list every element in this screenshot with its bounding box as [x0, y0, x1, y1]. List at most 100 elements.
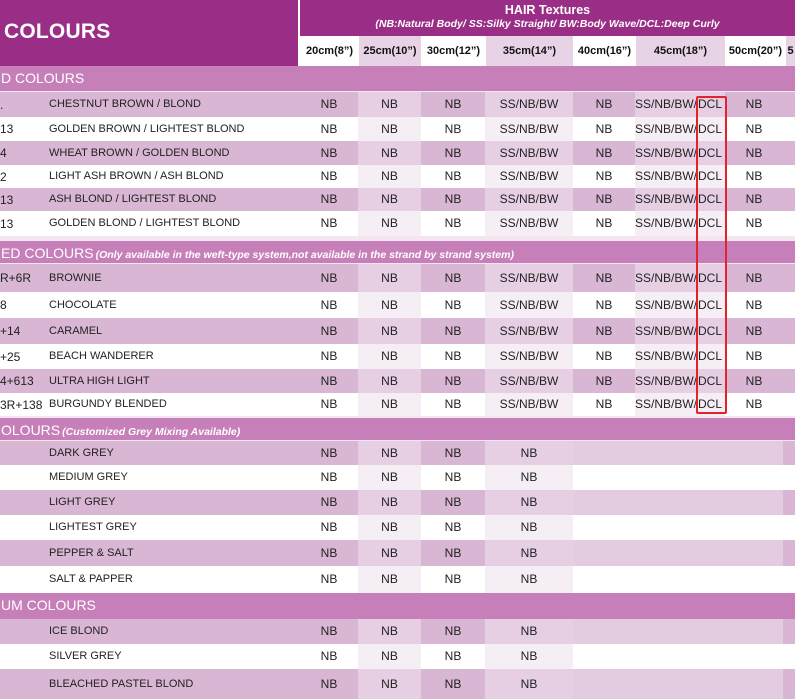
texture-cell: NB — [358, 264, 421, 292]
texture-cell: NB — [320, 216, 338, 230]
texture-cell — [573, 515, 635, 540]
texture-cell: NB — [444, 146, 462, 160]
texture-cell: NB — [320, 446, 338, 460]
texture-cell — [573, 441, 635, 465]
colour-name: LIGHTEST GREY — [49, 521, 137, 533]
texture-cell: SS/NB/BW/ — [635, 188, 697, 211]
colour-code: 8 — [0, 298, 7, 312]
texture-cell: DCL — [697, 141, 725, 165]
colour-name: LIGHT GREY — [49, 496, 116, 508]
length-header-cell: 45cm(18”) — [635, 36, 725, 66]
colour-code: . — [0, 98, 4, 112]
colour-name: SILVER GREY — [49, 650, 122, 662]
texture-cell: NB — [595, 349, 613, 363]
texture-cell — [573, 490, 635, 515]
texture-cell: NB — [595, 397, 613, 411]
colour-code: 3R+138 — [0, 398, 42, 412]
texture-cell — [725, 644, 783, 669]
colour-name: DARK GREY — [49, 447, 114, 459]
texture-cell: NB — [485, 619, 573, 644]
texture-cell: DCL — [697, 188, 725, 211]
texture-cell: NB — [320, 572, 338, 586]
texture-cell — [635, 566, 697, 593]
texture-cell: NB — [358, 211, 421, 236]
texture-cell: NB — [745, 374, 763, 388]
texture-cell: NB — [745, 397, 763, 411]
table-row: . CHESTNUT BROWN / BLOND NB NB NB SS/NB/BW NB S… — [0, 92, 795, 117]
texture-cell: SS/NB/BW — [485, 117, 573, 141]
texture-cell: NB — [320, 649, 338, 663]
texture-cell: NB — [745, 271, 763, 285]
colour-name: CARAMEL — [49, 325, 103, 337]
table-title: COLOURS — [4, 20, 111, 43]
texture-cell: NB — [358, 165, 421, 188]
colour-code: 4 — [0, 146, 7, 160]
texture-cell: NB — [358, 619, 421, 644]
texture-cell: NB — [320, 192, 338, 206]
texture-cell: NB — [320, 324, 338, 338]
table-row: 2 LIGHT ASH BROWN / ASH BLOND NB NB NB SS/NB/… — [0, 165, 795, 188]
texture-cell — [697, 619, 725, 644]
texture-cell: NB — [745, 298, 763, 312]
texture-cell: DCL — [697, 318, 725, 344]
texture-cell — [697, 441, 725, 465]
texture-cell: NB — [320, 397, 338, 411]
texture-cell — [573, 566, 635, 593]
texture-cell: NB — [444, 216, 462, 230]
texture-cell: NB — [444, 572, 462, 586]
texture-cell: DCL — [697, 344, 725, 369]
texture-cell: NB — [595, 374, 613, 388]
texture-cell: NB — [320, 349, 338, 363]
colour-name: WHEAT BROWN / GOLDEN BLOND — [49, 147, 230, 159]
section-title: OLOURS (Customized Grey Mixing Available) — [1, 422, 240, 438]
length-header-cell: 30cm(12”) — [421, 36, 485, 66]
texture-cell: NB — [745, 122, 763, 136]
texture-cell: NB — [444, 677, 462, 691]
colour-code: R+6R — [0, 271, 32, 285]
texture-cell — [725, 515, 783, 540]
texture-cell: SS/NB/BW/ — [635, 92, 697, 117]
colour-code: 13 — [0, 122, 14, 136]
table-row: R+6R BROWNIE NB NB NB SS/NB/BW NB SS/NB/BW/DCL N… — [0, 264, 795, 292]
texture-cell: NB — [595, 146, 613, 160]
length-header-cell: 35cm(14”) — [485, 36, 573, 66]
texture-cell: DCL — [697, 292, 725, 318]
texture-cell: NB — [358, 344, 421, 369]
texture-cell — [697, 490, 725, 515]
texture-cell — [697, 644, 725, 669]
texture-cell: NB — [358, 540, 421, 566]
texture-cell: DCL — [697, 211, 725, 236]
table-row: 4 WHEAT BROWN / GOLDEN BLOND NB NB NB SS/NB/B… — [0, 141, 795, 165]
table-row: DARK GREY NB NB NB NB — [0, 441, 795, 465]
texture-cell: NB — [485, 669, 573, 699]
texture-cell: NB — [320, 495, 338, 509]
table-row: 13 GOLDEN BLOND / LIGHTEST BLOND NB NB NB SS/… — [0, 211, 795, 236]
texture-cell: NB — [595, 324, 613, 338]
texture-cell: NB — [358, 92, 421, 117]
texture-cell — [725, 669, 783, 699]
colour-name: ASH BLOND / LIGHTEST BLOND — [49, 193, 217, 205]
texture-cell — [635, 540, 697, 566]
texture-cell: SS/NB/BW — [485, 165, 573, 188]
texture-cell: NB — [358, 292, 421, 318]
hair-textures-title: HAIR Textures — [504, 3, 591, 17]
table-row: +14 CARAMEL NB NB NB SS/NB/BW NB SS/NB/BW/DCL NB — [0, 318, 795, 344]
texture-cell: NB — [595, 216, 613, 230]
texture-cell: SS/NB/BW/ — [635, 211, 697, 236]
texture-cell: NB — [485, 465, 573, 490]
length-header-row: 20cm(8”) 25cm(10”) 30cm(12”) 35cm(14”) 40cm(… — [300, 36, 795, 66]
texture-cell: NB — [444, 324, 462, 338]
texture-cell: NB — [358, 393, 421, 416]
colour-code: +14 — [0, 324, 21, 338]
texture-cell — [573, 669, 635, 699]
texture-cell: NB — [444, 97, 462, 111]
texture-cell — [697, 540, 725, 566]
colour-name: CHOCOLATE — [49, 299, 117, 311]
texture-cell: SS/NB/BW/ — [635, 369, 697, 393]
colour-code: +25 — [0, 350, 21, 364]
texture-cell: NB — [444, 192, 462, 206]
texture-cell: NB — [444, 298, 462, 312]
texture-cell: NB — [745, 216, 763, 230]
texture-cell: NB — [320, 624, 338, 638]
texture-cell — [725, 540, 783, 566]
